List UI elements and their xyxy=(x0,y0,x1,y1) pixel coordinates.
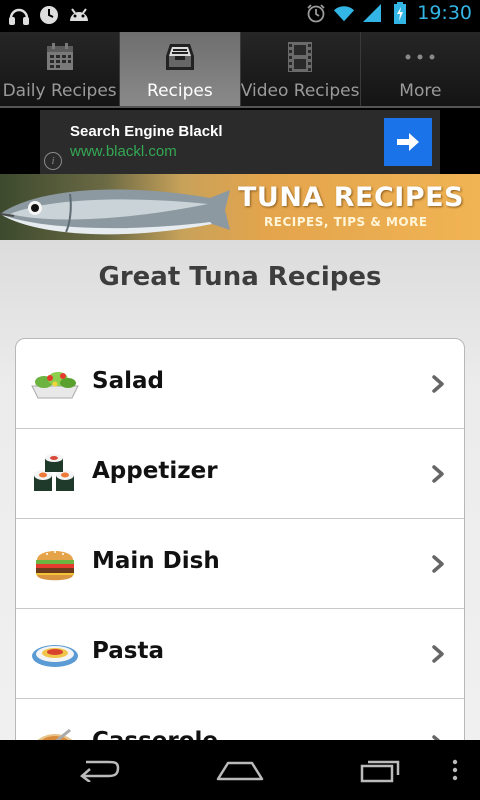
tuna-fish-image xyxy=(0,189,230,235)
clock-icon xyxy=(38,4,60,26)
navigation-bar xyxy=(0,740,480,800)
header-banner: TUNA RECIPES RECIPES, TIPS & MORE xyxy=(0,174,480,240)
chevron-right-icon xyxy=(432,555,444,573)
main-content: Great Tuna Recipes Salad Appetizer Main … xyxy=(0,240,480,740)
banner-subtitle: RECIPES, TIPS & MORE xyxy=(264,215,428,229)
chevron-right-icon xyxy=(432,465,444,483)
tab-label: Recipes xyxy=(147,81,213,101)
calendar-icon xyxy=(43,40,77,74)
alarm-icon xyxy=(305,2,327,24)
tab-recipes[interactable]: Recipes xyxy=(120,32,241,106)
home-button[interactable] xyxy=(215,754,265,786)
category-list: Salad Appetizer Main Dish Pasta xyxy=(15,338,465,740)
tab-more[interactable]: More xyxy=(360,32,480,106)
more-dots-icon xyxy=(403,40,437,74)
list-item-label: Pasta xyxy=(92,638,164,664)
inbox-icon xyxy=(163,40,197,74)
tab-label: More xyxy=(399,81,442,101)
salad-icon xyxy=(30,363,80,405)
ad-banner[interactable]: Search Engine Blackl www.blackl.com i xyxy=(40,110,440,174)
menu-button[interactable] xyxy=(432,754,478,786)
casserole-icon xyxy=(30,723,80,740)
list-item-label: Casserole xyxy=(92,728,218,740)
signal-icon xyxy=(361,2,383,24)
list-item-salad[interactable]: Salad xyxy=(16,339,464,429)
android-icon xyxy=(68,4,90,26)
recent-apps-icon xyxy=(360,760,400,783)
list-item-main-dish[interactable]: Main Dish xyxy=(16,519,464,609)
chevron-right-icon xyxy=(432,375,444,393)
ad-title[interactable]: Search Engine Blackl xyxy=(70,123,223,140)
battery-charging-icon xyxy=(389,2,411,24)
burger-icon xyxy=(30,543,80,585)
tab-label: Daily Recipes xyxy=(2,81,117,101)
recent-apps-button[interactable] xyxy=(355,754,405,786)
tab-label: Video Recipes xyxy=(240,81,360,101)
list-item-label: Salad xyxy=(92,368,164,394)
banner-title: TUNA RECIPES xyxy=(238,182,465,213)
ad-go-button[interactable] xyxy=(384,118,432,166)
list-item-label: Main Dish xyxy=(92,548,220,574)
sushi-icon xyxy=(30,453,80,495)
tab-video-recipes[interactable]: Video Recipes xyxy=(240,32,361,106)
tab-daily-recipes[interactable]: Daily Recipes xyxy=(0,32,121,106)
list-item-pasta[interactable]: Pasta xyxy=(16,609,464,699)
wifi-icon xyxy=(333,2,355,24)
back-icon xyxy=(80,760,120,782)
tab-bar: Daily Recipes Recipes Video Recipes More xyxy=(0,32,480,108)
ad-url[interactable]: www.blackl.com xyxy=(70,143,177,160)
menu-icon xyxy=(452,759,458,781)
pasta-icon xyxy=(30,633,80,675)
chevron-right-icon xyxy=(432,645,444,663)
ad-info-icon[interactable]: i xyxy=(44,152,62,170)
headphones-icon xyxy=(8,4,30,26)
status-bar: 19:30 xyxy=(0,0,480,32)
page-title: Great Tuna Recipes xyxy=(98,262,382,292)
list-item-casserole[interactable]: Casserole xyxy=(16,699,464,740)
back-button[interactable] xyxy=(75,754,125,786)
list-item-label: Appetizer xyxy=(92,458,218,484)
ad-bar: Search Engine Blackl www.blackl.com i xyxy=(0,110,480,174)
home-icon xyxy=(216,761,264,781)
list-item-appetizer[interactable]: Appetizer xyxy=(16,429,464,519)
clock-time: 19:30 xyxy=(417,2,472,24)
arrow-right-icon xyxy=(397,133,419,151)
film-icon xyxy=(283,40,317,74)
